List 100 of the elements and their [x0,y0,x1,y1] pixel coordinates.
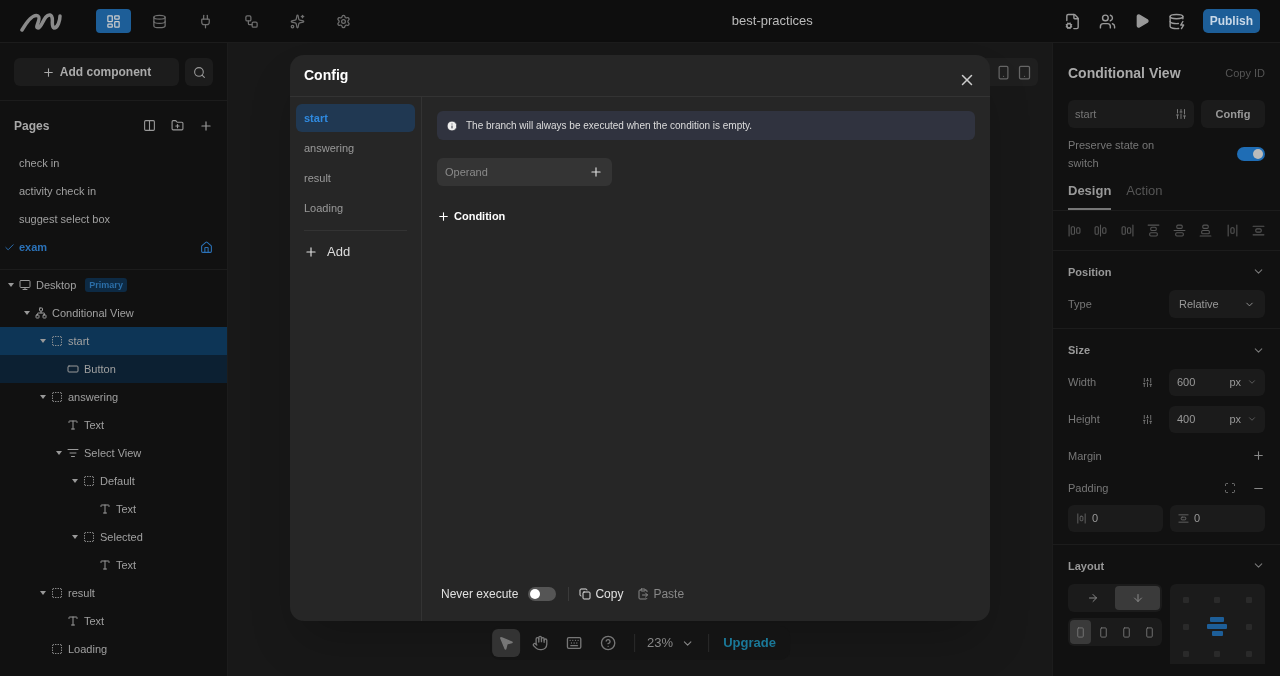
operand-field[interactable]: Operand [437,158,612,186]
keyboard-icon [566,635,583,651]
rectangle-icon [1098,626,1109,638]
preserve-state-toggle[interactable] [1237,147,1265,161]
align-icon[interactable] [1146,223,1160,237]
layer-item[interactable]: Default [0,467,227,495]
layer-item[interactable]: Text [0,495,227,523]
never-execute-toggle[interactable] [528,587,557,601]
layer-item[interactable]: Button [0,355,227,383]
page-item[interactable]: suggest select box [0,205,227,233]
page-label: exam [19,239,49,255]
align-icon[interactable] [1173,223,1187,237]
column-direction-button[interactable] [1115,586,1160,610]
size-field[interactable]: 400 px [1169,405,1265,433]
add-component-button[interactable]: Add component [14,58,179,86]
padding-field[interactable]: 0 [1068,504,1163,532]
caret-icon[interactable] [40,339,46,343]
layer-label: Desktop [36,277,77,293]
project-title: best-practices [731,12,813,31]
pointer-tool[interactable] [492,629,521,657]
info-icon [446,119,458,132]
branch-item[interactable]: Loading [296,194,415,222]
page-item[interactable]: exam [0,233,227,261]
state-select[interactable]: start [1068,100,1194,128]
conditional-icon [35,307,47,319]
new-folder-icon[interactable] [171,119,184,132]
add-branch-button[interactable]: Add [296,237,415,267]
layer-item[interactable]: Conditional View [0,299,227,327]
caret-icon[interactable] [72,479,78,483]
layer-item[interactable]: Desktop Primary [0,271,227,299]
layer-label: Conditional View [52,305,134,321]
add-page-icon[interactable] [199,119,213,133]
tablet-icon[interactable] [1017,64,1032,80]
align-icon[interactable] [1199,223,1213,237]
pages-tab[interactable] [96,9,131,33]
copy-button[interactable]: Copy [579,585,624,603]
config-button[interactable]: Config [1201,100,1265,128]
sliders-icon[interactable] [1142,376,1153,388]
align-icon[interactable] [1251,223,1265,237]
layer-item[interactable]: Text [0,607,227,635]
align-icon[interactable] [1068,223,1081,237]
layer-item[interactable]: start [0,327,227,355]
rectangle-icon [1144,626,1155,638]
primary-badge: Primary [85,278,127,292]
padding-field[interactable]: 0 [1170,504,1265,532]
padding-sides-icon[interactable] [1224,482,1236,495]
upgrade-link[interactable]: Upgrade [723,633,788,653]
add-margin-icon[interactable] [1252,449,1265,463]
caret-icon[interactable] [56,451,62,455]
layer-item[interactable]: Select View [0,439,227,467]
add-condition-button[interactable]: Condition [437,208,506,225]
layer-label: result [68,585,95,601]
branch-item[interactable]: result [296,164,415,192]
caret-icon[interactable] [40,591,46,595]
size-field[interactable]: 600 px [1169,368,1265,396]
zoom-dropdown[interactable]: 23% [647,633,695,653]
layer-item[interactable]: Loading [0,635,227,663]
sliders-icon[interactable] [1142,413,1153,425]
layer-item[interactable]: result [0,579,227,607]
align-option[interactable] [1070,620,1091,644]
pages-layout-icon[interactable] [143,119,156,132]
align-icon[interactable] [1225,223,1239,237]
type-dropdown[interactable]: Relative [1169,290,1265,318]
page-settings-icon[interactable] [1063,12,1081,30]
layer-label: answering [68,389,119,405]
layer-label: Default [100,473,135,489]
caret-icon[interactable] [72,535,78,539]
field-label: Width [1068,374,1098,390]
align-icon[interactable] [1120,223,1134,237]
page-label: suggest select box [19,211,112,227]
caret-icon[interactable] [8,283,14,287]
pointer-icon [498,635,515,651]
alignment-grid[interactable] [1170,584,1265,664]
layer-label: Text [84,417,105,433]
inspector-tab[interactable]: Design [1068,181,1112,210]
users-icon[interactable] [1098,12,1116,30]
align-icon[interactable] [1094,223,1108,237]
page-item[interactable]: activity check in [0,177,227,205]
api-icon [198,13,213,29]
phone-icon[interactable] [996,64,1011,80]
rectangle-icon [1121,626,1132,638]
publish-button[interactable]: Publish [1202,9,1260,33]
copy-icon [579,588,592,600]
caret-icon[interactable] [24,311,30,315]
layer-item[interactable]: Selected [0,523,227,551]
field-label: Height [1068,411,1101,427]
search-button[interactable] [185,58,213,86]
layer-label: Text [116,501,137,517]
layer-item[interactable]: Text [0,411,227,439]
caret-icon[interactable] [40,395,46,399]
home-icon[interactable] [200,240,213,254]
branch-item[interactable]: start [296,104,415,132]
branch-item[interactable]: answering [296,134,415,162]
page-item[interactable]: check in [0,149,227,177]
layer-item[interactable]: answering [0,383,227,411]
plus-icon [304,245,318,259]
paste-icon [637,588,650,600]
logo-icon [20,10,64,32]
add-operand-icon[interactable] [589,165,603,179]
layer-item[interactable]: Text [0,551,227,579]
